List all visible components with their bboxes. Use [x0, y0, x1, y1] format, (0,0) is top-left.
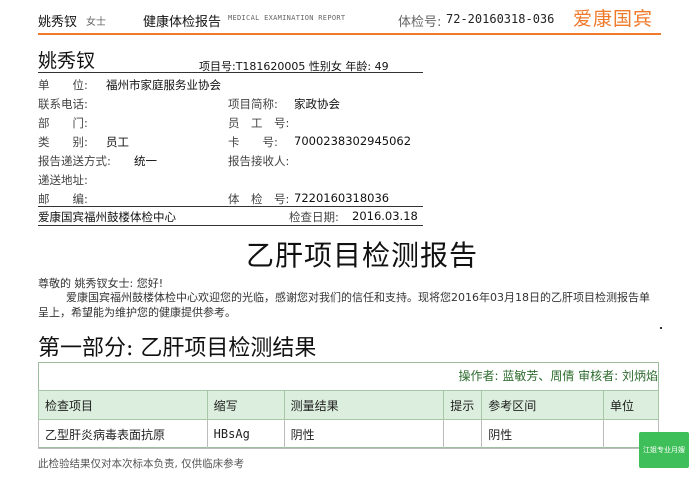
info-divider-footer: [38, 225, 423, 226]
header-report-title-en: MEDICAL EXAMINATION REPORT: [228, 14, 346, 22]
header-divider: [38, 33, 661, 35]
header-patient-name: 姚秀钗: [38, 15, 78, 30]
cell-abbr: HBsAg: [206, 419, 285, 449]
item-abbr-label: 项目简称:: [228, 97, 278, 111]
greeting: 尊敬的 姚秀钗女士: 您好!: [38, 277, 164, 290]
stray-dot: [660, 327, 662, 329]
info-divider-bottom: [38, 206, 423, 207]
col-header-unit: 单位: [603, 390, 659, 420]
patient-name: 姚秀钗: [38, 50, 96, 72]
cell-hint: [443, 419, 483, 449]
results-table: 检查项目 缩写 测量结果 提示 参考区间 单位 乙型肝炎病毒表面抗原 HBsAg…: [38, 390, 659, 449]
cell-item: 乙型肝炎病毒表面抗原: [38, 419, 208, 449]
header-report-title: 健康体检报告: [143, 15, 222, 30]
delivery-method-value: 统一: [134, 154, 157, 168]
table-row: 乙型肝炎病毒表面抗原 HBsAg 阴性 阴性: [38, 419, 659, 449]
header-gender: 女士: [86, 17, 106, 28]
phone-label: 联系电话:: [38, 97, 88, 111]
operators-line: 操作者: 蓝敏芳、周倩 审核者: 刘炳焰: [458, 369, 658, 383]
address-label: 递送地址:: [38, 173, 88, 187]
exam-date-label: 检查日期:: [289, 210, 339, 224]
col-header-result: 测量结果: [283, 390, 445, 420]
institution-name: 爱康国宾福州鼓楼体检中心: [38, 210, 176, 224]
exam-no-value: 7220160318036: [294, 191, 390, 205]
card-no-label: 卡 号:: [228, 135, 278, 149]
intro-paragraph: 爱康国宾福州鼓楼体检中心欢迎您的光临，感谢您对我们的信任和支持。现将您2016年…: [38, 291, 650, 319]
disclaimer: 此检验结果仅对本次标本负责, 仅供临床参考: [38, 458, 245, 470]
unit-value: 福州市家庭服务业协会: [106, 78, 221, 92]
receiver-label: 报告接收人:: [228, 154, 290, 168]
exam-date: 2016.03.18: [352, 209, 418, 223]
col-header-abbr: 缩写: [206, 390, 285, 420]
header-exam-no-label: 体检号:: [398, 15, 442, 30]
postcode-label: 邮 编:: [38, 192, 88, 206]
employee-no-label: 员 工 号:: [228, 116, 290, 130]
item-abbr-value: 家政协会: [294, 97, 340, 111]
cell-reference: 阴性: [481, 419, 605, 449]
report-title: 乙肝项目检测报告: [246, 239, 479, 272]
brand-logo: 爱康国宾: [573, 8, 654, 30]
watermark-badge: 江姐专业月嫂: [639, 432, 689, 468]
header-exam-no: 72-20160318-036: [446, 12, 555, 26]
col-header-item: 检查项目: [38, 390, 208, 420]
col-header-reference: 参考区间: [481, 390, 605, 420]
department-label: 部 门:: [38, 116, 88, 130]
cell-result: 阴性: [283, 419, 445, 449]
category-value: 员工: [106, 135, 129, 149]
delivery-method-label: 报告递送方式:: [38, 154, 111, 168]
exam-no-label: 体 检 号:: [228, 192, 290, 206]
unit-label: 单 位:: [38, 78, 88, 92]
section-title: 第一部分: 乙肝项目检测结果: [38, 336, 317, 361]
category-label: 类 别:: [38, 135, 88, 149]
info-divider-top: [38, 72, 423, 73]
col-header-hint: 提示: [443, 390, 483, 420]
results-header-row: 检查项目 缩写 测量结果 提示 参考区间 单位: [38, 390, 659, 420]
card-no-value: 7000238302945062: [294, 134, 412, 148]
